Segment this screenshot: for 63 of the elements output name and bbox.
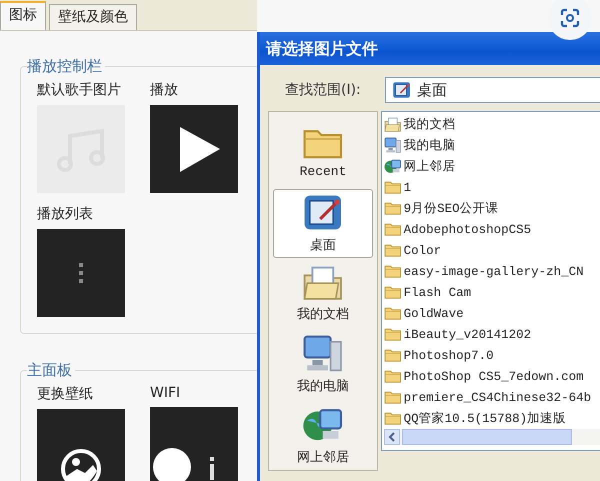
folder-icon <box>384 411 402 426</box>
play-icon <box>180 126 220 172</box>
file-item[interactable]: 我的文档 <box>384 114 600 135</box>
file-item[interactable]: GoldWave <box>384 303 600 324</box>
file-item[interactable]: Color <box>384 240 600 261</box>
places-bar-item[interactable]: 我的文档 <box>273 260 373 328</box>
tab[interactable]: 壁纸及颜色 <box>49 4 137 30</box>
file-item[interactable]: Photoshop7.0 <box>384 345 600 366</box>
file-item[interactable]: premiere_CS4Chinese32-64b <box>384 387 600 408</box>
desktop-icon <box>302 192 344 232</box>
group-title: 播放控制栏 <box>27 57 105 76</box>
scroll-left-button[interactable] <box>384 429 400 445</box>
network-icon <box>384 158 402 175</box>
icon-tile[interactable] <box>37 229 125 317</box>
folder-icon <box>384 222 402 237</box>
documents-folder-icon <box>384 116 402 132</box>
tile-label: 默认歌手图片 <box>37 81 121 99</box>
file-item[interactable]: 我的电脑 <box>384 135 600 156</box>
tile-label: 播放列表 <box>37 205 93 223</box>
icon-tile[interactable] <box>150 105 238 193</box>
dialog-title: 请选择图片文件 <box>260 32 600 65</box>
image-icon <box>61 449 101 481</box>
file-item[interactable]: 网上邻居 <box>384 156 600 177</box>
icon-tile[interactable] <box>37 105 125 193</box>
file-item[interactable]: easy-image-gallery-zh_CN <box>384 261 600 282</box>
computer-icon <box>302 334 344 374</box>
dots-icon <box>79 263 83 283</box>
places-bar-item[interactable]: 桌面 <box>273 188 373 258</box>
documents-folder-icon <box>302 264 344 302</box>
file-item[interactable]: Flash Cam <box>384 282 600 303</box>
file-item[interactable]: 1 <box>384 177 600 198</box>
folder-icon <box>384 306 402 321</box>
file-item[interactable]: 9月份SEO公开课 <box>384 198 600 219</box>
desktop-icon <box>392 81 412 99</box>
group-title: 主面板 <box>27 361 75 380</box>
look-in-label: 查找范围(I): <box>285 81 362 99</box>
places-bar-item[interactable]: 我的电脑 <box>273 330 373 400</box>
tile-label: 更换壁纸 <box>37 385 93 403</box>
folder-icon <box>384 390 402 405</box>
folder-icon <box>384 369 402 384</box>
icon-tile[interactable] <box>37 409 125 481</box>
look-in-dropdown[interactable]: 桌面 <box>385 77 600 103</box>
file-item[interactable]: QQ管家10.5(15788)加速版 <box>384 408 600 429</box>
folder-icon <box>384 327 402 342</box>
folder-icon <box>384 243 402 258</box>
folder-icon <box>384 201 402 216</box>
places-bar-item[interactable]: 网上邻居 <box>273 401 373 470</box>
folder-icon <box>384 285 402 300</box>
tile-label: 播放 <box>150 81 178 99</box>
file-item[interactable]: PhotoShop CS5_7edown.com <box>384 366 600 387</box>
folder-icon <box>384 180 402 195</box>
tab[interactable]: 图标 <box>0 1 46 30</box>
icon-tile[interactable] <box>150 407 238 481</box>
places-bar-item[interactable]: Recent <box>273 118 373 187</box>
folder-icon <box>384 264 402 279</box>
caret-icon <box>388 432 396 442</box>
file-item[interactable]: iBeauty_v20141202 <box>384 324 600 345</box>
tile-label: WIFI <box>150 385 180 401</box>
file-item[interactable]: AdobephotoshopCS5 <box>384 219 600 240</box>
horizontal-scrollbar[interactable] <box>384 429 600 445</box>
folder-icon <box>384 348 402 363</box>
computer-icon <box>384 137 402 154</box>
wifi-icon <box>153 448 215 481</box>
